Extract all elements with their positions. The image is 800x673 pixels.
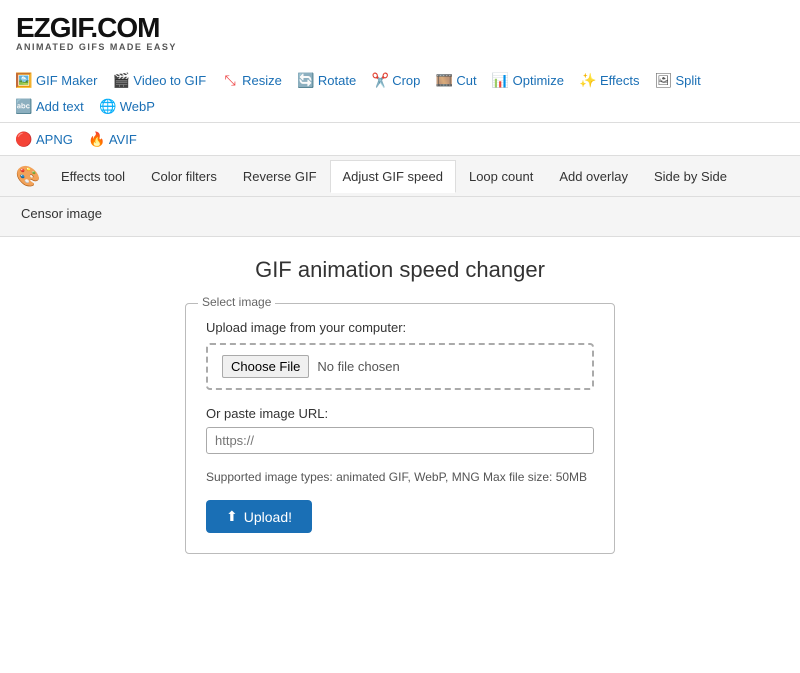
select-image-legend: Select image [198, 295, 275, 309]
nav-video-to-gif-label: Video to GIF [133, 73, 206, 88]
upload-icon: ⬆ [226, 508, 238, 525]
nav-gif-maker[interactable]: 🖼️ GIF Maker [10, 68, 103, 92]
tab-add-overlay[interactable]: Add overlay [546, 160, 641, 193]
tab-reverse-gif[interactable]: Reverse GIF [230, 160, 330, 193]
upload-btn-label: Upload! [244, 509, 292, 525]
nav-gif-maker-label: GIF Maker [36, 73, 97, 88]
upload-button[interactable]: ⬆ Upload! [206, 500, 312, 533]
nav-resize[interactable]: ⤡ Resize [216, 68, 288, 92]
effects-sub-icon: 🎨 [8, 156, 48, 196]
rotate-icon: 🔄 [298, 72, 314, 88]
apng-icon: 🔴 [16, 131, 32, 147]
logo-subtitle: ANIMATED GIFS MADE EASY [16, 42, 784, 52]
tab-loop-count[interactable]: Loop count [456, 160, 546, 193]
url-label: Or paste image URL: [206, 406, 594, 421]
avif-icon: 🔥 [89, 131, 105, 147]
sub-nav-row2: Censor image [0, 197, 800, 237]
effects-icon: ✨ [580, 72, 596, 88]
split-icon: 🖼 [655, 72, 671, 88]
nav-avif[interactable]: 🔥 AVIF [83, 127, 143, 151]
add-text-icon: 🔤 [16, 98, 32, 114]
resize-icon: ⤡ [222, 72, 238, 88]
upload-label: Upload image from your computer: [206, 320, 594, 335]
nav-split-label: Split [675, 73, 700, 88]
nav-webp[interactable]: 🌐 WebP [94, 94, 161, 118]
nav-resize-label: Resize [242, 73, 282, 88]
supported-text: Supported image types: animated GIF, Web… [206, 468, 594, 486]
nav-apng[interactable]: 🔴 APNG [10, 127, 79, 151]
top-nav-row2: 🔴 APNG 🔥 AVIF [0, 123, 800, 156]
nav-apng-label: APNG [36, 132, 73, 147]
nav-rotate[interactable]: 🔄 Rotate [292, 68, 362, 92]
cut-icon: 🎞️ [436, 72, 452, 88]
nav-avif-label: AVIF [109, 132, 137, 147]
nav-cut-label: Cut [456, 73, 476, 88]
optimize-icon: 📊 [493, 72, 509, 88]
nav-crop[interactable]: ✂️ Crop [366, 68, 426, 92]
main-content: GIF animation speed changer Select image… [0, 237, 800, 574]
nav-crop-label: Crop [392, 73, 420, 88]
tab-side-by-side[interactable]: Side by Side [641, 160, 740, 193]
gif-maker-icon: 🖼️ [16, 72, 32, 88]
file-upload-area: Choose File No file chosen [206, 343, 594, 390]
top-nav: 🖼️ GIF Maker 🎬 Video to GIF ⤡ Resize 🔄 R… [0, 60, 800, 123]
nav-effects[interactable]: ✨ Effects [574, 68, 646, 92]
no-file-text: No file chosen [317, 359, 399, 374]
nav-split[interactable]: 🖼 Split [649, 68, 706, 92]
video-to-gif-icon: 🎬 [113, 72, 129, 88]
sub-nav: 🎨 Effects tool Color filters Reverse GIF… [0, 156, 800, 197]
select-image-box: Select image Upload image from your comp… [185, 303, 615, 554]
nav-video-to-gif[interactable]: 🎬 Video to GIF [107, 68, 212, 92]
tab-color-filters[interactable]: Color filters [138, 160, 230, 193]
nav-cut[interactable]: 🎞️ Cut [430, 68, 482, 92]
url-input[interactable] [206, 427, 594, 454]
page-title: GIF animation speed changer [255, 257, 545, 283]
tab-censor-image[interactable]: Censor image [8, 197, 115, 230]
nav-effects-label: Effects [600, 73, 640, 88]
webp-icon: 🌐 [100, 98, 116, 114]
logo: EZGIF.COM [16, 12, 784, 44]
nav-optimize-label: Optimize [513, 73, 564, 88]
choose-file-button[interactable]: Choose File [222, 355, 309, 378]
crop-icon: ✂️ [372, 72, 388, 88]
nav-optimize[interactable]: 📊 Optimize [487, 68, 570, 92]
nav-add-text[interactable]: 🔤 Add text [10, 94, 90, 118]
header: EZGIF.COM ANIMATED GIFS MADE EASY [0, 0, 800, 60]
tab-effects-tool[interactable]: Effects tool [48, 160, 138, 193]
nav-rotate-label: Rotate [318, 73, 356, 88]
nav-webp-label: WebP [120, 99, 155, 114]
tab-adjust-gif-speed[interactable]: Adjust GIF speed [330, 160, 456, 193]
nav-add-text-label: Add text [36, 99, 84, 114]
